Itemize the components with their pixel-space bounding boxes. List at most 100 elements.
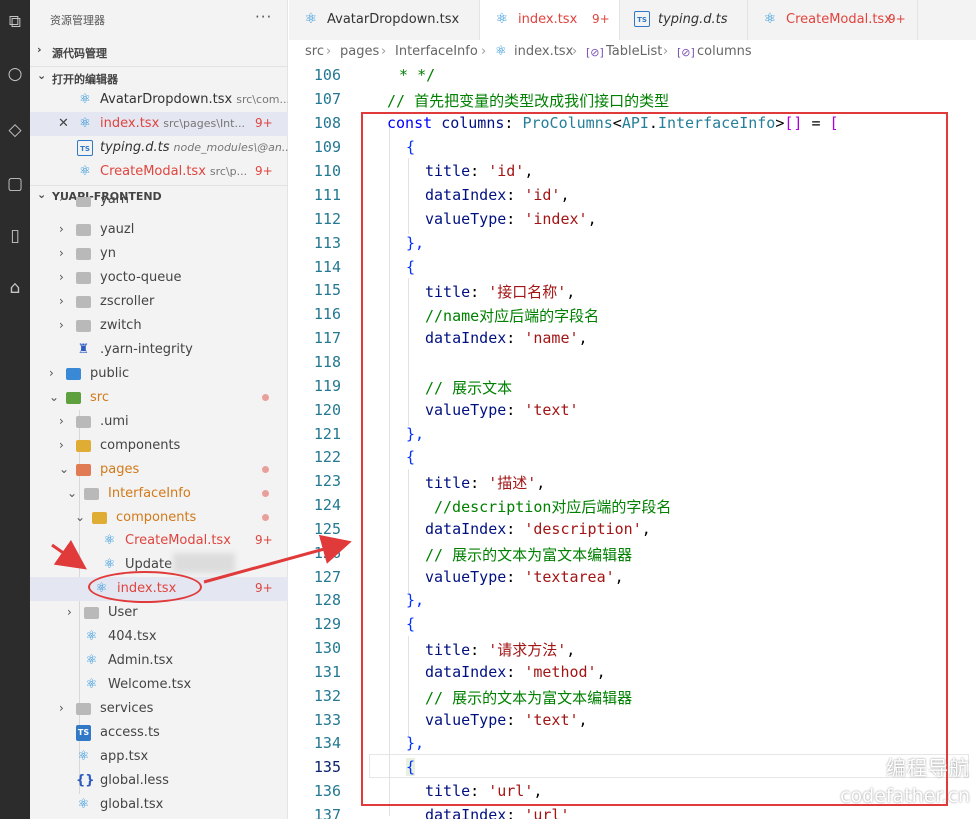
source-control-label: 源代码管理 (52, 47, 107, 60)
folder-icon (76, 197, 91, 207)
tree-folder[interactable]: › yocto-queue (30, 266, 288, 290)
line-number: 106 (313, 66, 341, 84)
open-editor-item[interactable]: ⚛ CreateModal.tsx src\p... 9+ (30, 160, 288, 184)
tab-typing[interactable]: TS typing.d.ts (620, 0, 748, 40)
line-number: 113 (313, 234, 341, 252)
tree-label: yauzl (100, 222, 135, 237)
code-line: dataIndex: 'id', (425, 186, 570, 204)
tree-file[interactable]: ⚛ global.tsx (30, 793, 288, 817)
folder-icon (76, 440, 91, 452)
tree-file[interactable]: TS access.ts (30, 721, 288, 745)
explorer-header: 资源管理器 ··· (30, 0, 288, 38)
tree-folder[interactable]: › services (30, 697, 288, 721)
tab-index[interactable]: ⚛ index.tsx 9+ (480, 0, 620, 40)
breadcrumb-item[interactable]: src (305, 44, 324, 59)
react-file-icon: ⚛ (79, 164, 91, 179)
tab-create-modal[interactable]: ⚛ CreateModal.tsx 9+ (748, 0, 918, 40)
line-number: 120 (313, 401, 341, 419)
tree-file[interactable]: {} global.less (30, 769, 288, 793)
code-line: { (406, 258, 416, 276)
open-editors-section[interactable]: ⌄ 打开的编辑器 (30, 66, 288, 88)
chevron-right-icon: › (59, 222, 64, 236)
tree-folder[interactable]: › zscroller (30, 290, 288, 314)
line-number: 124 (313, 496, 341, 514)
tree-file-selected[interactable]: ⚛ index.tsx 9+ (30, 577, 288, 601)
yarn-file-icon: ♜ (77, 342, 90, 357)
less-file-icon: {} (76, 773, 95, 788)
search-icon[interactable]: ○ (3, 62, 27, 86)
open-editor-path: src\pages\Int... (163, 117, 245, 130)
line-number: 134 (313, 734, 341, 752)
tree-folder[interactable]: › .umi (30, 410, 288, 434)
open-editor-path: src\com... (236, 93, 288, 106)
open-editor-path: node_modules\@an... (173, 141, 288, 154)
react-file-icon: ⚛ (103, 533, 116, 548)
open-editor-item[interactable]: ⚛ AvatarDropdown.tsx src\com... (30, 88, 288, 112)
extensions-icon[interactable]: ▢ (3, 172, 27, 196)
code-line: }, (406, 591, 425, 609)
tree-folder[interactable]: › components (30, 434, 288, 458)
open-editor-item-active[interactable]: ✕ ⚛ index.tsx src\pages\Int... 9+ (30, 112, 288, 136)
breadcrumb-item[interactable]: TableList (606, 44, 662, 59)
react-file-icon: ⚛ (85, 677, 98, 692)
tree-label: src (90, 390, 109, 405)
code-line: { (406, 758, 416, 776)
line-number: 132 (313, 687, 341, 705)
tree-label: yn (100, 246, 116, 261)
source-control-section[interactable]: › 源代码管理 (30, 41, 288, 63)
code-line: // 首先把变量的类型改成我们接口的类型 (387, 92, 670, 110)
tab-label: AvatarDropdown.tsx (327, 12, 460, 27)
tree-file[interactable]: ⚛ Admin.tsx (30, 649, 288, 673)
tree-label: User (108, 605, 138, 620)
open-editor-item[interactable]: TS typing.d.ts node_modules\@an... (30, 136, 288, 160)
modified-dot (262, 490, 269, 497)
tree-file[interactable]: ⚛ 404.tsx (30, 625, 288, 649)
tab-label: CreateModal.tsx (786, 12, 892, 27)
tree-folder[interactable]: › zwitch (30, 314, 288, 338)
line-number: 126 (313, 544, 341, 562)
code-editor[interactable]: 106 107 108 109 110 111 112 113 114 115 … (289, 64, 976, 819)
tree-folder-open[interactable]: ⌄ pages (30, 458, 288, 482)
tree-folder[interactable]: › yarn (30, 197, 288, 214)
tab-bar: ⚛ AvatarDropdown.tsx ⚛ index.tsx 9+ TS t… (289, 0, 976, 40)
breadcrumb-item[interactable]: pages (340, 44, 379, 59)
tree-file[interactable]: ⚛ Welcome.tsx (30, 673, 288, 697)
more-actions-icon[interactable]: ··· (255, 8, 272, 26)
code-line: //name对应后端的字段名 (425, 307, 600, 325)
tree-folder[interactable]: › public (30, 362, 288, 386)
problem-badge: 9+ (592, 12, 610, 26)
tree-folder[interactable]: › yn (30, 242, 288, 266)
breadcrumb-item[interactable]: columns (697, 44, 752, 59)
tree-folder-open[interactable]: ⌄ components (30, 506, 288, 530)
tree-folder[interactable]: › yauzl (30, 218, 288, 242)
explorer-icon[interactable]: ⧉ (3, 10, 27, 34)
source-control-icon[interactable]: ◇ (3, 118, 27, 142)
tree-file[interactable]: ♜ .yarn-integrity (30, 338, 288, 362)
tree-folder-open[interactable]: ⌄ src (30, 386, 288, 410)
close-icon[interactable]: ✕ (58, 116, 69, 131)
line-number: 112 (313, 210, 341, 228)
remote-icon[interactable]: ⌂ (3, 276, 27, 300)
code-line: }, (406, 734, 425, 752)
code-line: // 展示的文本为富文本编辑器 (425, 689, 633, 707)
react-file-icon: ⚛ (85, 629, 98, 644)
symbol-variable-icon: [⊘] (677, 46, 695, 59)
tree-file[interactable]: ⚛ Update (30, 553, 288, 577)
line-number: 110 (313, 162, 341, 180)
tree-folder[interactable]: › User (30, 601, 288, 625)
chevron-right-icon: › (59, 270, 64, 284)
tree-folder-open[interactable]: ⌄ InterfaceInfo (30, 482, 288, 506)
folder-icon (76, 224, 91, 236)
chevron-right-icon: › (49, 366, 54, 380)
tab-avatar-dropdown[interactable]: ⚛ AvatarDropdown.tsx (289, 0, 480, 40)
line-number: 125 (313, 520, 341, 538)
breadcrumb-item[interactable]: index.tsx (514, 44, 573, 59)
tree-file[interactable]: ⚛ CreateModal.tsx 9+ (30, 529, 288, 553)
tree-file[interactable]: ⚛ app.tsx (30, 745, 288, 769)
breadcrumb-item[interactable]: InterfaceInfo (395, 44, 478, 59)
react-file-icon: ⚛ (304, 11, 318, 27)
react-file-icon: ⚛ (495, 44, 507, 59)
bookmark-icon[interactable]: ▯ (3, 224, 27, 248)
chevron-right-icon: › (59, 294, 64, 308)
chevron-right-icon: › (67, 605, 72, 619)
